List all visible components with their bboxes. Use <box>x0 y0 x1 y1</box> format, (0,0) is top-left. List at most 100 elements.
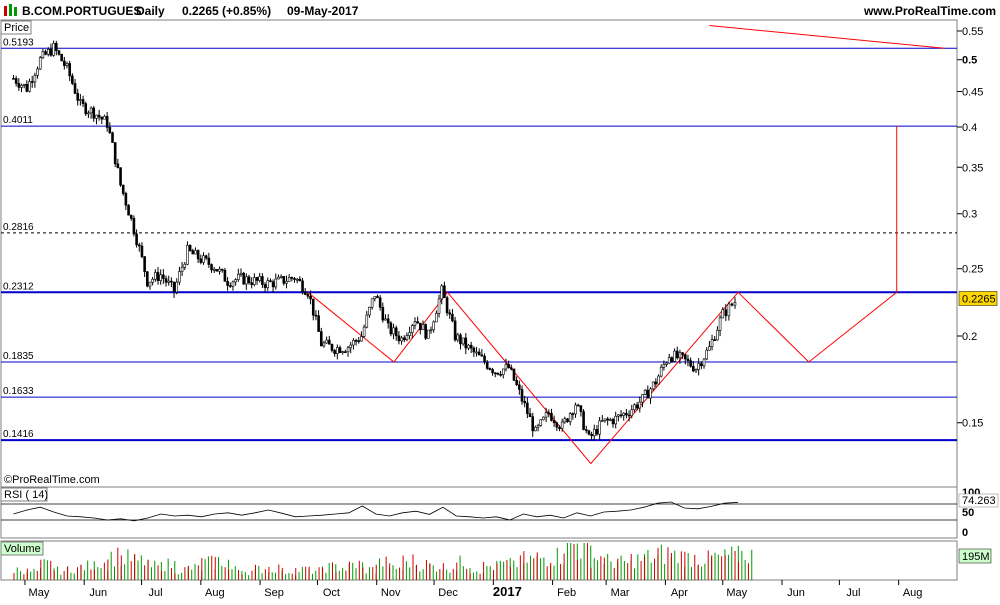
header-site[interactable]: www.ProRealTime.com <box>863 4 996 18</box>
volume-bar <box>298 571 300 580</box>
volume-bar <box>526 562 528 580</box>
candle-body <box>373 296 377 300</box>
volume-bar <box>543 557 545 580</box>
candle-body <box>381 306 385 321</box>
candle-body <box>501 368 505 376</box>
volume-bar <box>368 567 370 580</box>
candle-body <box>245 276 248 285</box>
candle-body <box>175 281 179 293</box>
candle-body <box>202 255 205 263</box>
candle-body <box>22 83 26 86</box>
watermark: ©ProRealTime.com <box>4 474 100 486</box>
y-tick-label: 0.2 <box>962 331 977 343</box>
candle-body <box>338 347 342 353</box>
candle-body <box>180 266 184 272</box>
volume-bar <box>660 544 662 580</box>
volume-bar <box>110 551 112 580</box>
volume-bar <box>751 549 753 580</box>
volume-bar <box>523 551 525 580</box>
candle-body <box>678 352 682 359</box>
volume-bar <box>214 557 216 580</box>
candle-body <box>218 268 221 272</box>
candle-body <box>598 420 601 435</box>
candle-body <box>633 404 636 411</box>
candle-body <box>341 351 344 353</box>
candle-body <box>140 245 144 257</box>
candle-body <box>376 296 379 299</box>
volume-bar <box>560 564 562 580</box>
candle-body <box>319 331 323 347</box>
candle-body <box>627 414 631 417</box>
volume-bar <box>577 559 579 580</box>
candle-body <box>119 167 122 186</box>
volume-bar <box>680 551 682 580</box>
volume-bar <box>486 565 488 580</box>
candle-body <box>46 48 50 55</box>
volume-bar <box>620 555 622 580</box>
candle-body <box>71 75 74 84</box>
candle-body <box>595 429 599 435</box>
candle-body <box>603 418 607 421</box>
candle-body <box>609 419 612 421</box>
volume-bar <box>291 573 293 580</box>
volume-bar <box>224 567 226 580</box>
price-panel: 0.5193 0.4011 0.2816 0.2312 0.1835 0.1633 0.14… <box>0 19 998 488</box>
volume-bar <box>432 565 434 580</box>
candle-body <box>269 280 272 283</box>
volume-bar <box>33 568 35 580</box>
candle-body <box>25 83 29 92</box>
candle-body <box>330 343 334 351</box>
volume-bar <box>590 567 592 580</box>
volume-bar <box>117 547 119 580</box>
candle-body <box>76 93 80 101</box>
level-label: 0.2816 <box>3 222 34 233</box>
candle-body <box>619 414 623 417</box>
y-tick-label: 0.5 <box>962 55 977 67</box>
volume-bar <box>553 565 555 580</box>
volume-bar <box>634 568 636 580</box>
volume-bar <box>456 562 458 580</box>
volume-bar <box>372 567 374 580</box>
volume-bar <box>446 569 448 580</box>
volume-bar <box>597 560 599 580</box>
candle-body <box>111 132 114 143</box>
volume-bar <box>191 569 193 580</box>
candle-body <box>499 374 502 376</box>
volume-bar <box>231 569 233 580</box>
candle-body <box>408 332 411 336</box>
x-tick-label: May <box>726 587 747 599</box>
volume-bar <box>60 574 62 580</box>
candle-body <box>226 281 229 286</box>
y-tick-label: 0.4 <box>962 122 977 134</box>
candle-body <box>606 418 609 421</box>
candle-body <box>183 263 187 268</box>
volume-bar <box>201 558 203 580</box>
volume-bar <box>254 564 256 580</box>
candle-body <box>670 357 674 362</box>
candle-body <box>137 244 141 247</box>
volume-bar <box>83 570 85 580</box>
volume-bar <box>402 555 404 580</box>
volume-bar <box>593 558 595 580</box>
candle-body <box>424 324 427 339</box>
volume-bar <box>714 552 716 580</box>
volume-bar <box>442 563 444 580</box>
volume-bar <box>144 565 146 580</box>
rsi-panel: RSI ( 14) 10050074.263 <box>0 486 999 539</box>
candle-body <box>496 372 500 375</box>
volume-bar <box>419 571 421 580</box>
rsi-y-axis: 10050074.263 <box>958 487 999 539</box>
volume-bar <box>338 570 340 580</box>
candle-body <box>368 306 371 316</box>
volume-bar <box>281 568 283 580</box>
volume-bar <box>540 558 542 580</box>
volume-bar <box>228 569 230 580</box>
volume-bar <box>399 567 401 580</box>
volume-bar <box>429 563 431 580</box>
candle-body <box>437 298 441 314</box>
volume-bar <box>586 543 588 580</box>
volume-bar <box>644 556 646 580</box>
volume-bar <box>623 561 625 580</box>
volume-bar <box>211 555 213 580</box>
last-price-label: 0.2265 <box>962 293 996 305</box>
